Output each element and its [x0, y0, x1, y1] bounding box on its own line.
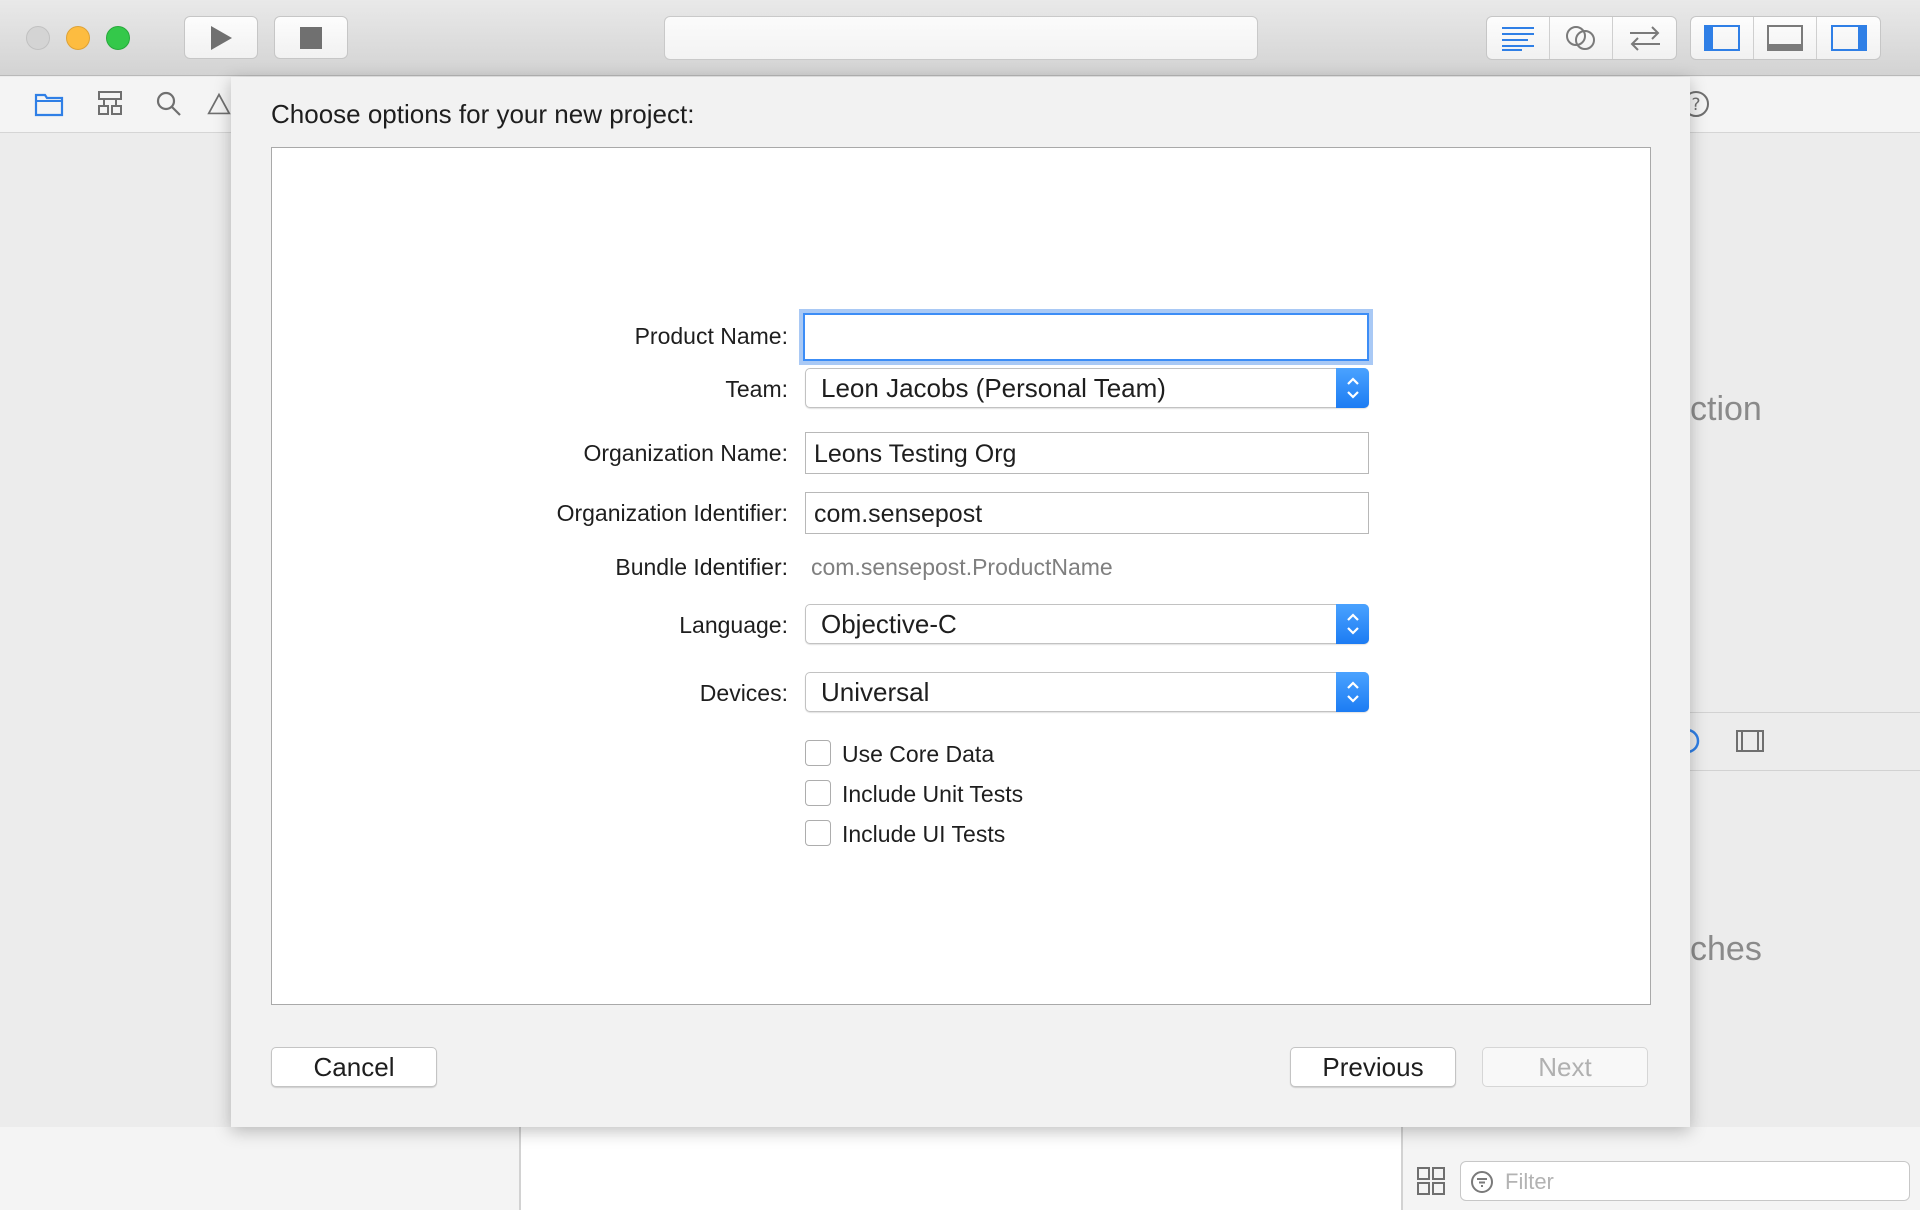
utility-divider-top — [1690, 712, 1920, 713]
use-core-data-checkbox[interactable] — [805, 740, 831, 766]
organization-identifier-label: Organization Identifier: — [556, 500, 788, 526]
standard-editor-icon — [1502, 27, 1534, 51]
organization-name-label: Organization Name: — [583, 440, 788, 466]
organization-name-field[interactable]: Leons Testing Org — [805, 432, 1369, 474]
navigator-toggle-button[interactable] — [1691, 17, 1754, 59]
team-label: Team: — [725, 376, 788, 402]
minimize-window-button[interactable] — [66, 26, 90, 50]
symbol-navigator-icon — [98, 91, 122, 115]
language-popup-value: Objective-C — [821, 609, 957, 639]
symbol-navigator-button[interactable] — [94, 88, 126, 120]
team-popup[interactable]: Leon Jacobs (Personal Team) — [805, 368, 1369, 408]
find-navigator-icon — [156, 91, 181, 116]
use-core-data-label: Use Core Data — [842, 741, 995, 767]
team-popup-value: Leon Jacobs (Personal Team) — [821, 373, 1166, 403]
organization-identifier-field[interactable]: com.sensepost — [805, 492, 1369, 534]
media-library-icon — [1736, 730, 1764, 752]
options-panel: Product Name: Team: Leon Jacobs (Persona… — [271, 147, 1651, 1005]
issue-navigator-icon — [207, 92, 231, 115]
bundle-identifier-value: com.sensepost.ProductName — [811, 554, 1113, 580]
version-editor-icon — [1629, 26, 1660, 51]
popup-arrows-icon — [1336, 368, 1369, 408]
run-icon — [211, 25, 232, 50]
no-selection-text: ction — [1690, 390, 1762, 428]
debug-area-toggle-button[interactable] — [1754, 17, 1817, 59]
language-popup[interactable]: Objective-C — [805, 604, 1369, 644]
include-ui-tests-checkbox[interactable] — [805, 820, 831, 846]
editor-area — [521, 1127, 1401, 1210]
sheet-title: Choose options for your new project: — [271, 99, 695, 129]
filter-icon — [1471, 1171, 1493, 1193]
previous-button[interactable]: Previous — [1290, 1047, 1456, 1087]
cancel-button[interactable]: Cancel — [271, 1047, 437, 1087]
product-name-field[interactable] — [803, 313, 1369, 361]
stop-icon — [300, 26, 322, 49]
window-toolbar — [0, 0, 1920, 76]
run-button[interactable] — [184, 16, 258, 59]
devices-popup[interactable]: Universal — [805, 672, 1369, 712]
devices-label: Devices: — [699, 680, 788, 706]
filter-icon-wrapper — [1470, 1170, 1494, 1199]
debug-area-toggle-icon — [1767, 25, 1803, 51]
language-label: Language: — [679, 612, 788, 638]
navigator-toggle-icon — [1704, 25, 1740, 51]
close-window-button[interactable] — [26, 26, 50, 50]
editor-right-divider — [1401, 1127, 1403, 1210]
include-unit-tests-label: Include Unit Tests — [842, 781, 1024, 807]
project-navigator-icon — [34, 93, 64, 117]
include-unit-tests-checkbox[interactable] — [805, 780, 831, 806]
utility-divider-bottom — [1690, 770, 1920, 771]
devices-popup-value: Universal — [821, 677, 930, 707]
utilities-toggle-icon — [1830, 25, 1867, 51]
no-matches-text: ches — [1690, 930, 1762, 968]
popup-arrows-icon — [1336, 672, 1369, 712]
find-navigator-button[interactable] — [153, 88, 185, 120]
bundle-identifier-label: Bundle Identifier: — [615, 554, 788, 580]
standard-editor-button[interactable] — [1487, 17, 1550, 59]
svg-text:?: ? — [1691, 95, 1700, 115]
assistant-editor-icon — [1566, 26, 1595, 50]
popup-arrows-icon — [1336, 604, 1369, 644]
library-grid-toggle[interactable] — [1417, 1167, 1445, 1200]
version-editor-button[interactable] — [1613, 17, 1676, 59]
new-project-options-sheet: Choose options for your new project: Pro… — [231, 77, 1690, 1127]
media-library-tab[interactable] — [1736, 730, 1764, 757]
utilities-toggle-button[interactable] — [1817, 17, 1880, 59]
stop-button[interactable] — [274, 16, 348, 59]
assistant-editor-button[interactable] — [1550, 17, 1613, 59]
next-button[interactable]: Next — [1482, 1047, 1648, 1087]
editor-mode-control — [1486, 16, 1677, 60]
activity-viewer — [664, 16, 1258, 60]
view-toggle-control — [1690, 16, 1881, 60]
project-navigator-button[interactable] — [33, 88, 65, 120]
zoom-window-button[interactable] — [106, 26, 130, 50]
library-filter-input[interactable]: Filter — [1460, 1161, 1910, 1201]
product-name-label: Product Name: — [634, 323, 788, 349]
grid-icon — [1417, 1167, 1445, 1195]
include-ui-tests-label: Include UI Tests — [842, 821, 1006, 847]
issue-navigator-button[interactable] — [207, 88, 231, 120]
